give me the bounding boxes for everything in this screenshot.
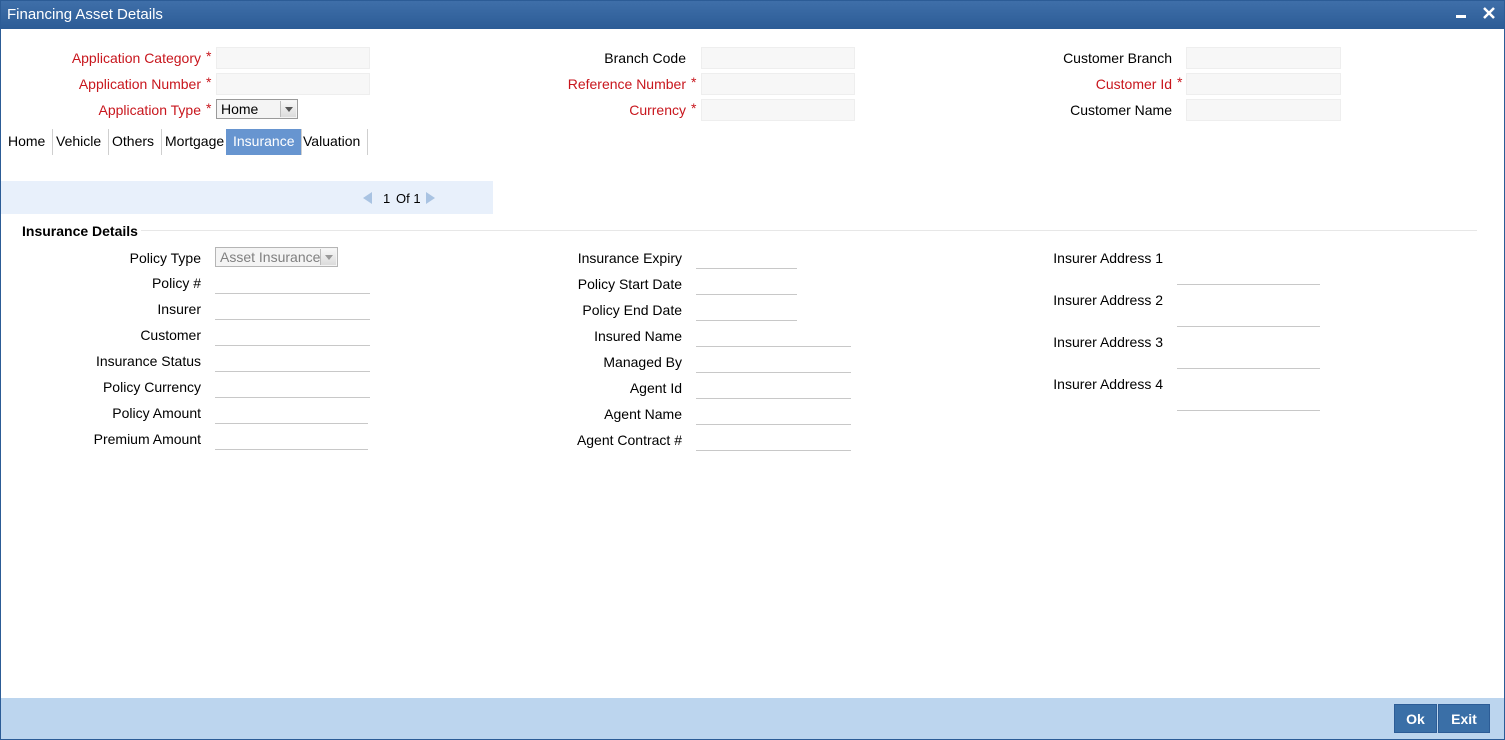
tab-valuation[interactable]: Valuation [296, 129, 369, 155]
policy-amount-label: Policy Amount [112, 405, 201, 421]
agent-contract-no-label: Agent Contract # [576, 432, 682, 448]
required-marker: * [206, 100, 212, 116]
tab-vehicle[interactable]: Vehicle [49, 129, 110, 155]
insured-name-field[interactable] [696, 325, 851, 347]
next-record-icon[interactable] [426, 192, 435, 204]
insurer-address-1-label: Insurer Address 1 [1053, 250, 1163, 266]
insurer-field[interactable] [215, 298, 370, 320]
agent-name-field[interactable] [696, 403, 851, 425]
close-icon[interactable] [1479, 5, 1499, 25]
customer-field[interactable] [215, 324, 370, 346]
reference-number-label: Reference Number [567, 76, 686, 92]
policy-start-date-field[interactable] [696, 273, 797, 295]
required-marker: * [1177, 74, 1183, 90]
application-number-field[interactable] [216, 73, 370, 95]
application-number-label: Application Number [78, 76, 201, 92]
insurer-address-4-label: Insurer Address 4 [1053, 376, 1163, 392]
policy-currency-field[interactable] [215, 376, 370, 398]
total-pages: Of 1 [396, 191, 421, 206]
record-pager: 1 Of 1 [1, 181, 493, 214]
title-bar: Financing Asset Details [1, 1, 1504, 29]
application-type-select[interactable]: Home [216, 99, 298, 119]
insurance-expiry-field[interactable] [696, 247, 797, 269]
policy-type-label: Policy Type [129, 250, 201, 266]
insurance-status-label: Insurance Status [95, 353, 201, 369]
policy-start-date-label: Policy Start Date [577, 276, 682, 292]
currency-label: Currency [629, 102, 686, 118]
ok-button[interactable]: Ok [1394, 704, 1437, 733]
insurer-address-3-field[interactable] [1177, 347, 1320, 369]
policy-type-select[interactable]: Asset Insurance [215, 247, 338, 267]
policy-type-selected: Asset Insurance [220, 249, 321, 265]
chevron-down-icon[interactable] [320, 249, 336, 265]
customer-name-label: Customer Name [1070, 102, 1172, 118]
close-glyph [1483, 7, 1495, 19]
customer-id-field[interactable] [1186, 73, 1341, 95]
application-type-selected: Home [221, 101, 259, 117]
previous-record-icon[interactable] [363, 192, 372, 204]
required-marker: * [206, 48, 212, 64]
application-category-label: Application Category [71, 50, 201, 66]
insurance-status-field[interactable] [215, 350, 370, 372]
agent-name-label: Agent Name [604, 406, 682, 422]
tab-others[interactable]: Others [105, 129, 163, 155]
agent-id-label: Agent Id [629, 380, 682, 396]
branch-code-field[interactable] [701, 47, 855, 69]
policy-amount-field[interactable] [215, 402, 368, 424]
exit-button[interactable]: Exit [1438, 704, 1490, 733]
agent-contract-no-field[interactable] [696, 429, 851, 451]
window-title: Financing Asset Details [7, 6, 163, 23]
tab-mortgage[interactable]: Mortgage [158, 129, 233, 155]
insurer-address-4-field[interactable] [1177, 389, 1320, 411]
insurer-address-1-field[interactable] [1177, 263, 1320, 285]
footer-bar: Ok Exit [1, 698, 1504, 739]
application-type-label: Application Type [98, 102, 201, 118]
minimize-glyph [1456, 15, 1466, 18]
insurer-label: Insurer [157, 301, 201, 317]
customer-branch-label: Customer Branch [1063, 50, 1172, 66]
policy-no-label: Policy # [151, 275, 201, 291]
branch-code-label: Branch Code [604, 50, 686, 66]
section-divider [141, 230, 1477, 231]
managed-by-field[interactable] [696, 351, 851, 373]
reference-number-field[interactable] [701, 73, 855, 95]
chevron-down-icon[interactable] [280, 101, 296, 117]
agent-id-field[interactable] [696, 377, 851, 399]
policy-currency-label: Policy Currency [102, 379, 201, 395]
policy-no-field[interactable] [215, 272, 370, 294]
insurer-address-2-field[interactable] [1177, 305, 1320, 327]
tab-insurance[interactable]: Insurance [226, 129, 303, 155]
policy-end-date-field[interactable] [696, 299, 797, 321]
customer-name-field[interactable] [1186, 99, 1341, 121]
currency-field[interactable] [701, 99, 855, 121]
insured-name-label: Insured Name [594, 328, 682, 344]
required-marker: * [206, 74, 212, 90]
customer-branch-field[interactable] [1186, 47, 1341, 69]
financing-asset-details-window: Financing Asset Details Application Cate… [0, 0, 1505, 740]
insurance-details-heading: Insurance Details [22, 223, 138, 239]
required-marker: * [691, 100, 697, 116]
managed-by-label: Managed By [603, 354, 682, 370]
application-category-field[interactable] [216, 47, 370, 69]
premium-amount-field[interactable] [215, 428, 368, 450]
minimize-icon[interactable] [1451, 5, 1471, 25]
premium-amount-label: Premium Amount [93, 431, 201, 447]
customer-id-label: Customer Id [1095, 76, 1172, 92]
tab-home[interactable]: Home [1, 129, 54, 155]
current-page: 1 [383, 191, 391, 206]
insurance-expiry-label: Insurance Expiry [577, 250, 682, 266]
insurer-address-2-label: Insurer Address 2 [1053, 292, 1163, 308]
required-marker: * [691, 74, 697, 90]
policy-end-date-label: Policy End Date [582, 302, 682, 318]
insurer-address-3-label: Insurer Address 3 [1053, 334, 1163, 350]
customer-label: Customer [140, 327, 201, 343]
